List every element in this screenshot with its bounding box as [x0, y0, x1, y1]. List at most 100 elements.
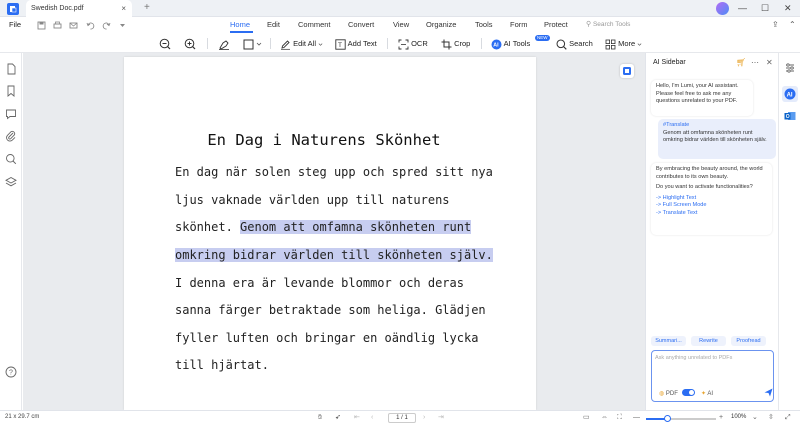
- tab-tools[interactable]: Tools: [475, 20, 493, 29]
- pdf-mode-label-text: PDF: [665, 391, 678, 397]
- document-line-3: skönhet. Genom att omfamna skönheten run…: [175, 220, 472, 234]
- layers-icon[interactable]: [5, 176, 17, 188]
- maximize-button[interactable]: ☐: [761, 1, 769, 15]
- outlook-icon[interactable]: O: [784, 110, 796, 122]
- tab-convert[interactable]: Convert: [348, 20, 374, 29]
- tab-protect[interactable]: Protect: [544, 20, 568, 29]
- toolbar-divider: [207, 38, 208, 49]
- search-tools-input[interactable]: ⚲ Search Tools: [586, 20, 630, 28]
- fit-screen-icon[interactable]: ⇳: [768, 414, 774, 422]
- document-tab[interactable]: Swedish Doc.pdf ×: [26, 0, 132, 17]
- tab-edit[interactable]: Edit: [267, 20, 280, 29]
- page-number-input[interactable]: 1 / 1: [388, 413, 416, 423]
- document-line-8: till hjärtat.: [175, 358, 269, 372]
- comment-icon[interactable]: [5, 108, 17, 120]
- zoom-level-label[interactable]: 100%: [731, 414, 746, 420]
- add-text-button[interactable]: T Add Text: [335, 37, 377, 50]
- document-line-3-text: skönhet.: [175, 220, 241, 234]
- close-sidebar-icon[interactable]: ✕: [766, 58, 773, 67]
- active-tab-indicator: [230, 31, 253, 33]
- close-window-button[interactable]: ✕: [784, 1, 792, 15]
- redo-icon[interactable]: [102, 21, 111, 30]
- zoom-out-button[interactable]: [159, 37, 171, 50]
- app-logo-icon: [7, 3, 19, 15]
- zoom-dropdown-icon[interactable]: ⌄: [752, 414, 758, 422]
- close-tab-icon[interactable]: ×: [121, 0, 126, 17]
- undo-icon[interactable]: [86, 21, 95, 30]
- full-screen-mode-link[interactable]: -> Full Screen Mode: [656, 202, 767, 210]
- minimize-button[interactable]: —: [738, 1, 747, 15]
- summarize-chip[interactable]: Summari...: [651, 336, 686, 346]
- last-page-icon[interactable]: ⇥: [438, 414, 444, 422]
- tab-view[interactable]: View: [393, 20, 409, 29]
- rectangle-icon: [243, 39, 254, 50]
- cart-icon[interactable]: 🛒︎: [736, 58, 746, 67]
- fit-width-icon[interactable]: ⇔: [601, 414, 608, 422]
- tab-home[interactable]: Home: [230, 20, 250, 29]
- shape-button[interactable]: [243, 37, 262, 50]
- highlighted-text[interactable]: omkring bidrar världen till skönheten sj…: [175, 248, 493, 262]
- translate-float-icon[interactable]: [620, 64, 634, 78]
- zoom-minus-icon[interactable]: —: [633, 414, 640, 422]
- ai-sidebar-toggle[interactable]: AI: [782, 86, 798, 102]
- pages-icon[interactable]: [5, 63, 17, 75]
- send-icon[interactable]: [764, 388, 773, 397]
- mail-icon[interactable]: [69, 21, 78, 30]
- ocr-button[interactable]: OCR: [398, 37, 428, 50]
- upload-cloud-icon[interactable]: ⇪: [772, 20, 779, 29]
- zoom-plus-icon[interactable]: +: [719, 414, 723, 422]
- zoom-slider-handle[interactable]: [663, 415, 671, 422]
- new-tab-button[interactable]: +: [144, 0, 150, 15]
- pdf-mode-label: ◍ PDF: [659, 390, 678, 397]
- first-page-icon[interactable]: ⇤: [354, 414, 360, 422]
- ai-mode-label-text: AI: [707, 391, 714, 397]
- bookmark-icon[interactable]: [5, 85, 17, 97]
- search-icon: ⚲: [586, 21, 592, 28]
- highlighted-text[interactable]: Genom att omfamna skönheten runt: [240, 220, 472, 234]
- translate-text-link[interactable]: -> Translate Text: [656, 210, 767, 218]
- file-menu[interactable]: File: [9, 20, 21, 29]
- pdf-ai-toggle[interactable]: [682, 389, 695, 396]
- document-tab-title: Swedish Doc.pdf: [31, 5, 84, 12]
- toolbar-divider: [481, 38, 482, 49]
- chevron-down-icon: [256, 42, 262, 46]
- zoom-slider[interactable]: [646, 415, 716, 422]
- search-icon[interactable]: [5, 153, 17, 165]
- document-line-1: En dag när solen steg upp och spred sitt…: [175, 165, 493, 179]
- highlight-text-link[interactable]: -> Highlight Text: [656, 195, 767, 203]
- ai-tools-button[interactable]: AI AI Tools: [491, 37, 530, 50]
- fullscreen-icon[interactable]: ⤢: [785, 414, 791, 422]
- ai-question-input[interactable]: [655, 353, 767, 363]
- next-page-icon[interactable]: ›: [423, 414, 425, 422]
- document-canvas[interactable]: En Dag i Naturens Skönhet En dag när sol…: [23, 53, 645, 410]
- more-button[interactable]: More: [605, 37, 642, 50]
- user-message-text: Genom att omfamna skönheten runt omkring…: [663, 129, 767, 144]
- save-icon[interactable]: [37, 21, 46, 30]
- crop-button[interactable]: Crop: [441, 37, 470, 50]
- ai-tools-label: AI Tools: [503, 39, 531, 48]
- tab-form[interactable]: Form: [510, 20, 528, 29]
- attachment-icon[interactable]: [5, 130, 17, 142]
- highlighter-button[interactable]: [218, 37, 230, 50]
- search-button[interactable]: Search: [556, 37, 593, 50]
- rewrite-chip[interactable]: Rewrite: [691, 336, 726, 346]
- proofread-chip[interactable]: Proofread: [731, 336, 766, 346]
- print-icon[interactable]: [53, 21, 62, 30]
- ai-greeting-text: Hello, I'm Lumi, your AI assistant. Plea…: [656, 83, 739, 105]
- collapse-ribbon-icon[interactable]: ⌃: [789, 20, 796, 29]
- properties-icon[interactable]: [784, 62, 796, 74]
- fit-page-icon[interactable]: ⛶: [617, 414, 622, 422]
- page-layout-icon[interactable]: ▭: [583, 414, 590, 422]
- tab-organize[interactable]: Organize: [426, 20, 456, 29]
- help-icon[interactable]: ?: [5, 366, 17, 378]
- pdf-page[interactable]: En Dag i Naturens Skönhet En dag när sol…: [124, 57, 536, 410]
- zoom-in-button[interactable]: [184, 37, 196, 50]
- user-avatar[interactable]: [716, 2, 729, 15]
- quick-access-dropdown-icon[interactable]: [118, 21, 127, 30]
- hand-tool-icon[interactable]: ✋︎: [318, 414, 322, 422]
- select-tool-icon[interactable]: ➶: [335, 414, 341, 422]
- previous-page-icon[interactable]: ‹: [371, 414, 373, 422]
- tab-comment[interactable]: Comment: [298, 20, 331, 29]
- edit-all-button[interactable]: Edit All: [280, 37, 323, 50]
- more-options-icon[interactable]: ⋯: [751, 58, 759, 67]
